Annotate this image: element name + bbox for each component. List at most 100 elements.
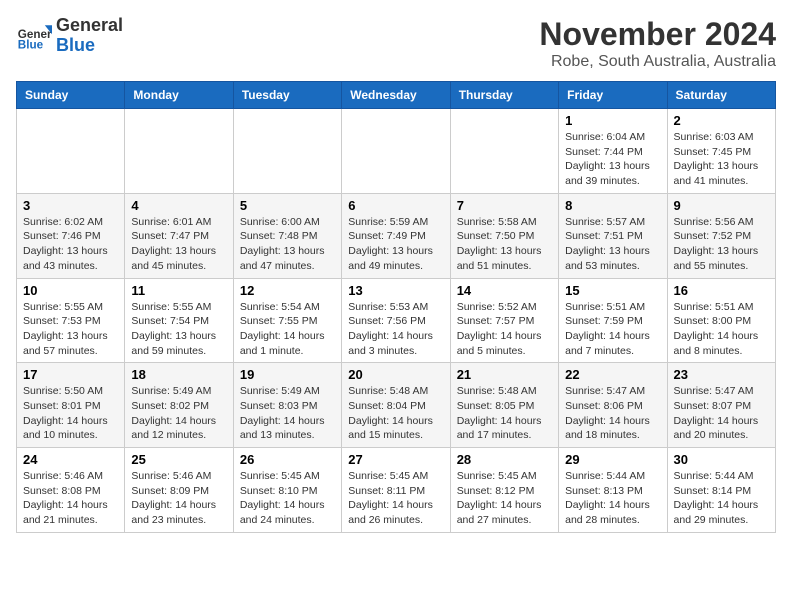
header-cell-saturday: Saturday: [667, 82, 775, 109]
day-detail: Sunrise: 5:52 AM Sunset: 7:57 PM Dayligh…: [457, 300, 552, 359]
calendar-cell: 27 Sunrise: 5:45 AM Sunset: 8:11 PM Dayli…: [342, 448, 450, 533]
header-cell-tuesday: Tuesday: [233, 82, 341, 109]
logo-icon: General Blue: [16, 18, 52, 54]
day-detail: Sunrise: 5:47 AM Sunset: 8:06 PM Dayligh…: [565, 384, 660, 443]
calendar-cell: 20 Sunrise: 5:48 AM Sunset: 8:04 PM Dayli…: [342, 363, 450, 448]
calendar-cell: 14 Sunrise: 5:52 AM Sunset: 7:57 PM Dayli…: [450, 278, 558, 363]
day-detail: Sunrise: 5:46 AM Sunset: 8:09 PM Dayligh…: [131, 469, 226, 528]
day-number: 9: [674, 198, 769, 213]
calendar-cell: 28Sunrise: 5:45 AM Sunset: 8:12 PM Dayli…: [450, 448, 558, 533]
day-number: 14: [457, 283, 552, 298]
day-number: 20: [348, 367, 443, 382]
day-detail: Sunrise: 5:55 AM Sunset: 7:53 PM Dayligh…: [23, 300, 118, 359]
calendar-cell: 7 Sunrise: 5:58 AM Sunset: 7:50 PM Daylig…: [450, 193, 558, 278]
day-detail: Sunrise: 5:44 AM Sunset: 8:14 PM Dayligh…: [674, 469, 769, 528]
calendar-cell: 30 Sunrise: 5:44 AM Sunset: 8:14 PM Dayli…: [667, 448, 775, 533]
week-row-4: 24Sunrise: 5:46 AM Sunset: 8:08 PM Dayli…: [17, 448, 776, 533]
calendar-cell: [450, 109, 558, 194]
title-block: November 2024 Robe, South Australia, Aus…: [539, 16, 776, 71]
calendar-cell: 17 Sunrise: 5:50 AM Sunset: 8:01 PM Dayli…: [17, 363, 125, 448]
day-detail: Sunrise: 5:45 AM Sunset: 8:11 PM Dayligh…: [348, 469, 443, 528]
calendar-cell: 12 Sunrise: 5:54 AM Sunset: 7:55 PM Dayli…: [233, 278, 341, 363]
calendar-cell: 25 Sunrise: 5:46 AM Sunset: 8:09 PM Dayli…: [125, 448, 233, 533]
day-number: 7: [457, 198, 552, 213]
calendar-cell: 10Sunrise: 5:55 AM Sunset: 7:53 PM Dayli…: [17, 278, 125, 363]
header-cell-friday: Friday: [559, 82, 667, 109]
calendar-cell: 21Sunrise: 5:48 AM Sunset: 8:05 PM Dayli…: [450, 363, 558, 448]
week-row-0: 1 Sunrise: 6:04 AM Sunset: 7:44 PM Daylig…: [17, 109, 776, 194]
day-detail: Sunrise: 5:50 AM Sunset: 8:01 PM Dayligh…: [23, 384, 118, 443]
calendar-cell: 2 Sunrise: 6:03 AM Sunset: 7:45 PM Daylig…: [667, 109, 775, 194]
location-title: Robe, South Australia, Australia: [539, 53, 776, 71]
logo-general-text: General: [56, 15, 123, 35]
day-detail: Sunrise: 5:51 AM Sunset: 7:59 PM Dayligh…: [565, 300, 660, 359]
day-number: 17: [23, 367, 118, 382]
calendar-cell: 18 Sunrise: 5:49 AM Sunset: 8:02 PM Dayli…: [125, 363, 233, 448]
day-number: 29: [565, 452, 660, 467]
calendar-cell: 24Sunrise: 5:46 AM Sunset: 8:08 PM Dayli…: [17, 448, 125, 533]
day-detail: Sunrise: 6:00 AM Sunset: 7:48 PM Dayligh…: [240, 215, 335, 274]
day-number: 23: [674, 367, 769, 382]
calendar-cell: [233, 109, 341, 194]
calendar-cell: 9Sunrise: 5:56 AM Sunset: 7:52 PM Daylig…: [667, 193, 775, 278]
calendar-cell: 4Sunrise: 6:01 AM Sunset: 7:47 PM Daylig…: [125, 193, 233, 278]
calendar-cell: 16Sunrise: 5:51 AM Sunset: 8:00 PM Dayli…: [667, 278, 775, 363]
calendar-header: SundayMondayTuesdayWednesdayThursdayFrid…: [17, 82, 776, 109]
day-detail: Sunrise: 5:48 AM Sunset: 8:05 PM Dayligh…: [457, 384, 552, 443]
day-detail: Sunrise: 5:58 AM Sunset: 7:50 PM Dayligh…: [457, 215, 552, 274]
day-number: 22: [565, 367, 660, 382]
day-detail: Sunrise: 5:54 AM Sunset: 7:55 PM Dayligh…: [240, 300, 335, 359]
week-row-1: 3Sunrise: 6:02 AM Sunset: 7:46 PM Daylig…: [17, 193, 776, 278]
calendar-cell: 13Sunrise: 5:53 AM Sunset: 7:56 PM Dayli…: [342, 278, 450, 363]
header-cell-sunday: Sunday: [17, 82, 125, 109]
calendar-cell: [17, 109, 125, 194]
calendar-cell: 11 Sunrise: 5:55 AM Sunset: 7:54 PM Dayli…: [125, 278, 233, 363]
header-cell-wednesday: Wednesday: [342, 82, 450, 109]
week-row-2: 10Sunrise: 5:55 AM Sunset: 7:53 PM Dayli…: [17, 278, 776, 363]
day-number: 13: [348, 283, 443, 298]
day-number: 15: [565, 283, 660, 298]
calendar-cell: 19 Sunrise: 5:49 AM Sunset: 8:03 PM Dayli…: [233, 363, 341, 448]
calendar-cell: 15 Sunrise: 5:51 AM Sunset: 7:59 PM Dayli…: [559, 278, 667, 363]
calendar-cell: 23Sunrise: 5:47 AM Sunset: 8:07 PM Dayli…: [667, 363, 775, 448]
day-detail: Sunrise: 5:48 AM Sunset: 8:04 PM Dayligh…: [348, 384, 443, 443]
day-number: 26: [240, 452, 335, 467]
calendar-cell: 3Sunrise: 6:02 AM Sunset: 7:46 PM Daylig…: [17, 193, 125, 278]
day-number: 2: [674, 113, 769, 128]
calendar-cell: 22 Sunrise: 5:47 AM Sunset: 8:06 PM Dayli…: [559, 363, 667, 448]
day-detail: Sunrise: 5:49 AM Sunset: 8:02 PM Dayligh…: [131, 384, 226, 443]
day-detail: Sunrise: 5:51 AM Sunset: 8:00 PM Dayligh…: [674, 300, 769, 359]
calendar-cell: 1 Sunrise: 6:04 AM Sunset: 7:44 PM Daylig…: [559, 109, 667, 194]
day-detail: Sunrise: 5:45 AM Sunset: 8:12 PM Dayligh…: [457, 469, 552, 528]
day-detail: Sunrise: 5:46 AM Sunset: 8:08 PM Dayligh…: [23, 469, 118, 528]
day-detail: Sunrise: 5:55 AM Sunset: 7:54 PM Dayligh…: [131, 300, 226, 359]
week-row-3: 17 Sunrise: 5:50 AM Sunset: 8:01 PM Dayli…: [17, 363, 776, 448]
day-detail: Sunrise: 6:04 AM Sunset: 7:44 PM Dayligh…: [565, 130, 660, 189]
day-number: 1: [565, 113, 660, 128]
day-number: 4: [131, 198, 226, 213]
header-cell-thursday: Thursday: [450, 82, 558, 109]
day-number: 12: [240, 283, 335, 298]
day-number: 11: [131, 283, 226, 298]
day-number: 27: [348, 452, 443, 467]
day-detail: Sunrise: 5:44 AM Sunset: 8:13 PM Dayligh…: [565, 469, 660, 528]
day-number: 6: [348, 198, 443, 213]
month-title: November 2024: [539, 16, 776, 53]
day-detail: Sunrise: 5:59 AM Sunset: 7:49 PM Dayligh…: [348, 215, 443, 274]
day-number: 3: [23, 198, 118, 213]
calendar-cell: [342, 109, 450, 194]
calendar-cell: 6 Sunrise: 5:59 AM Sunset: 7:49 PM Daylig…: [342, 193, 450, 278]
logo: General Blue General Blue: [16, 16, 123, 56]
day-detail: Sunrise: 5:45 AM Sunset: 8:10 PM Dayligh…: [240, 469, 335, 528]
calendar-cell: 8Sunrise: 5:57 AM Sunset: 7:51 PM Daylig…: [559, 193, 667, 278]
day-number: 30: [674, 452, 769, 467]
day-detail: Sunrise: 6:03 AM Sunset: 7:45 PM Dayligh…: [674, 130, 769, 189]
day-detail: Sunrise: 5:49 AM Sunset: 8:03 PM Dayligh…: [240, 384, 335, 443]
header-cell-monday: Monday: [125, 82, 233, 109]
day-number: 18: [131, 367, 226, 382]
day-number: 25: [131, 452, 226, 467]
calendar-cell: 5Sunrise: 6:00 AM Sunset: 7:48 PM Daylig…: [233, 193, 341, 278]
day-detail: Sunrise: 5:57 AM Sunset: 7:51 PM Dayligh…: [565, 215, 660, 274]
day-number: 19: [240, 367, 335, 382]
calendar-body: 1 Sunrise: 6:04 AM Sunset: 7:44 PM Daylig…: [17, 109, 776, 533]
